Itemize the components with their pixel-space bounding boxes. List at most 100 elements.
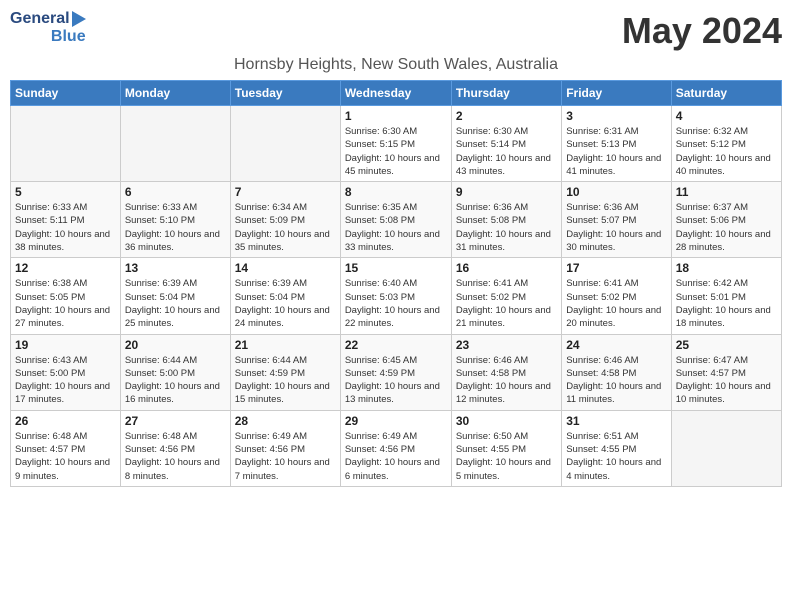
day-info: Sunrise: 6:30 AMSunset: 5:14 PMDaylight:… [456, 125, 557, 178]
day-cell: 11 Sunrise: 6:37 AMSunset: 5:06 PMDayligh… [671, 182, 781, 258]
day-number: 24 [566, 338, 666, 352]
day-number: 22 [345, 338, 447, 352]
day-cell: 6 Sunrise: 6:33 AMSunset: 5:10 PMDaylight… [120, 182, 230, 258]
calendar-body: 1 Sunrise: 6:30 AMSunset: 5:15 PMDaylight… [11, 106, 782, 487]
day-cell: 30 Sunrise: 6:50 AMSunset: 4:55 PMDayligh… [451, 410, 561, 486]
day-number: 4 [676, 109, 777, 123]
week-row-1: 1 Sunrise: 6:30 AMSunset: 5:15 PMDaylight… [11, 106, 782, 182]
day-cell: 18Sunrise: 6:42 AMSunset: 5:01 PMDayligh… [671, 258, 781, 334]
day-cell: 7Sunrise: 6:34 AMSunset: 5:09 PMDaylight… [230, 182, 340, 258]
day-cell: 25Sunrise: 6:47 AMSunset: 4:57 PMDayligh… [671, 334, 781, 410]
day-info: Sunrise: 6:31 AMSunset: 5:13 PMDaylight:… [566, 125, 666, 178]
day-number: 18 [676, 261, 777, 275]
week-row-3: 12 Sunrise: 6:38 AMSunset: 5:05 PMDayligh… [11, 258, 782, 334]
day-info: Sunrise: 6:41 AMSunset: 5:02 PMDaylight:… [456, 277, 557, 330]
day-info: Sunrise: 6:32 AMSunset: 5:12 PMDaylight:… [676, 125, 777, 178]
day-number: 6 [125, 185, 226, 199]
day-info: Sunrise: 6:49 AMSunset: 4:56 PMDaylight:… [235, 430, 336, 483]
day-number: 10 [566, 185, 666, 199]
day-info: Sunrise: 6:38 AMSunset: 5:05 PMDaylight:… [15, 277, 116, 330]
week-row-5: 26 Sunrise: 6:48 AMSunset: 4:57 PMDayligh… [11, 410, 782, 486]
logo: General Blue [10, 10, 86, 45]
weekday-tuesday: Tuesday [230, 81, 340, 106]
day-cell: 19 Sunrise: 6:43 AMSunset: 5:00 PMDayligh… [11, 334, 121, 410]
day-info: Sunrise: 6:48 AMSunset: 4:57 PMDaylight:… [15, 430, 116, 483]
logo-arrow-icon [72, 11, 86, 27]
day-info: Sunrise: 6:48 AMSunset: 4:56 PMDaylight:… [125, 430, 226, 483]
day-number: 7 [235, 185, 336, 199]
logo-general: General [10, 10, 70, 28]
day-number: 14 [235, 261, 336, 275]
day-number: 13 [125, 261, 226, 275]
day-cell [11, 106, 121, 182]
logo-blue: Blue [51, 28, 86, 46]
day-cell: 21 Sunrise: 6:44 AMSunset: 4:59 PMDayligh… [230, 334, 340, 410]
location: Hornsby Heights, New South Wales, Austra… [10, 56, 782, 74]
day-number: 21 [235, 338, 336, 352]
day-number: 26 [15, 414, 116, 428]
day-cell: 9 Sunrise: 6:36 AMSunset: 5:08 PMDaylight… [451, 182, 561, 258]
day-cell: 5 Sunrise: 6:33 AMSunset: 5:11 PMDaylight… [11, 182, 121, 258]
day-number: 30 [456, 414, 557, 428]
weekday-saturday: Saturday [671, 81, 781, 106]
weekday-header-row: SundayMondayTuesdayWednesdayThursdayFrid… [11, 81, 782, 106]
day-number: 9 [456, 185, 557, 199]
day-cell: 16Sunrise: 6:41 AMSunset: 5:02 PMDayligh… [451, 258, 561, 334]
day-number: 11 [676, 185, 777, 199]
day-cell: 4 Sunrise: 6:32 AMSunset: 5:12 PMDaylight… [671, 106, 781, 182]
day-cell: 29 Sunrise: 6:49 AMSunset: 4:56 PMDayligh… [340, 410, 451, 486]
day-number: 19 [15, 338, 116, 352]
day-cell: 12 Sunrise: 6:38 AMSunset: 5:05 PMDayligh… [11, 258, 121, 334]
day-number: 25 [676, 338, 777, 352]
day-number: 28 [235, 414, 336, 428]
day-cell: 24 Sunrise: 6:46 AMSunset: 4:58 PMDayligh… [562, 334, 671, 410]
day-number: 17 [566, 261, 666, 275]
day-info: Sunrise: 6:40 AMSunset: 5:03 PMDaylight:… [345, 277, 447, 330]
day-cell: 10 Sunrise: 6:36 AMSunset: 5:07 PMDayligh… [562, 182, 671, 258]
month-title: May 2024 [622, 10, 782, 52]
day-number: 3 [566, 109, 666, 123]
day-number: 1 [345, 109, 447, 123]
day-info: Sunrise: 6:39 AMSunset: 5:04 PMDaylight:… [125, 277, 226, 330]
day-info: Sunrise: 6:43 AMSunset: 5:00 PMDaylight:… [15, 354, 116, 407]
day-number: 8 [345, 185, 447, 199]
day-info: Sunrise: 6:46 AMSunset: 4:58 PMDaylight:… [566, 354, 666, 407]
day-number: 15 [345, 261, 447, 275]
day-number: 5 [15, 185, 116, 199]
day-info: Sunrise: 6:49 AMSunset: 4:56 PMDaylight:… [345, 430, 447, 483]
day-info: Sunrise: 6:33 AMSunset: 5:10 PMDaylight:… [125, 201, 226, 254]
day-cell: 22 Sunrise: 6:45 AMSunset: 4:59 PMDayligh… [340, 334, 451, 410]
week-row-4: 19 Sunrise: 6:43 AMSunset: 5:00 PMDayligh… [11, 334, 782, 410]
day-number: 2 [456, 109, 557, 123]
day-info: Sunrise: 6:44 AMSunset: 4:59 PMDaylight:… [235, 354, 336, 407]
day-cell: 17Sunrise: 6:41 AMSunset: 5:02 PMDayligh… [562, 258, 671, 334]
day-cell: 20Sunrise: 6:44 AMSunset: 5:00 PMDayligh… [120, 334, 230, 410]
day-cell: 13 Sunrise: 6:39 AMSunset: 5:04 PMDayligh… [120, 258, 230, 334]
day-cell [230, 106, 340, 182]
weekday-wednesday: Wednesday [340, 81, 451, 106]
day-number: 31 [566, 414, 666, 428]
day-number: 12 [15, 261, 116, 275]
day-info: Sunrise: 6:30 AMSunset: 5:15 PMDaylight:… [345, 125, 447, 178]
day-info: Sunrise: 6:39 AMSunset: 5:04 PMDaylight:… [235, 277, 336, 330]
weekday-friday: Friday [562, 81, 671, 106]
day-info: Sunrise: 6:36 AMSunset: 5:08 PMDaylight:… [456, 201, 557, 254]
weekday-monday: Monday [120, 81, 230, 106]
day-number: 29 [345, 414, 447, 428]
day-cell: 28 Sunrise: 6:49 AMSunset: 4:56 PMDayligh… [230, 410, 340, 486]
day-number: 23 [456, 338, 557, 352]
day-info: Sunrise: 6:36 AMSunset: 5:07 PMDaylight:… [566, 201, 666, 254]
day-cell: 8Sunrise: 6:35 AMSunset: 5:08 PMDaylight… [340, 182, 451, 258]
day-info: Sunrise: 6:33 AMSunset: 5:11 PMDaylight:… [15, 201, 116, 254]
page-header: General Blue May 2024 [10, 10, 782, 52]
day-info: Sunrise: 6:51 AMSunset: 4:55 PMDaylight:… [566, 430, 666, 483]
week-row-2: 5 Sunrise: 6:33 AMSunset: 5:11 PMDaylight… [11, 182, 782, 258]
day-cell: 14 Sunrise: 6:39 AMSunset: 5:04 PMDayligh… [230, 258, 340, 334]
day-info: Sunrise: 6:50 AMSunset: 4:55 PMDaylight:… [456, 430, 557, 483]
day-info: Sunrise: 6:45 AMSunset: 4:59 PMDaylight:… [345, 354, 447, 407]
day-cell: 1 Sunrise: 6:30 AMSunset: 5:15 PMDaylight… [340, 106, 451, 182]
day-cell: 2 Sunrise: 6:30 AMSunset: 5:14 PMDaylight… [451, 106, 561, 182]
day-info: Sunrise: 6:37 AMSunset: 5:06 PMDaylight:… [676, 201, 777, 254]
day-cell: 23Sunrise: 6:46 AMSunset: 4:58 PMDayligh… [451, 334, 561, 410]
day-info: Sunrise: 6:44 AMSunset: 5:00 PMDaylight:… [125, 354, 226, 407]
